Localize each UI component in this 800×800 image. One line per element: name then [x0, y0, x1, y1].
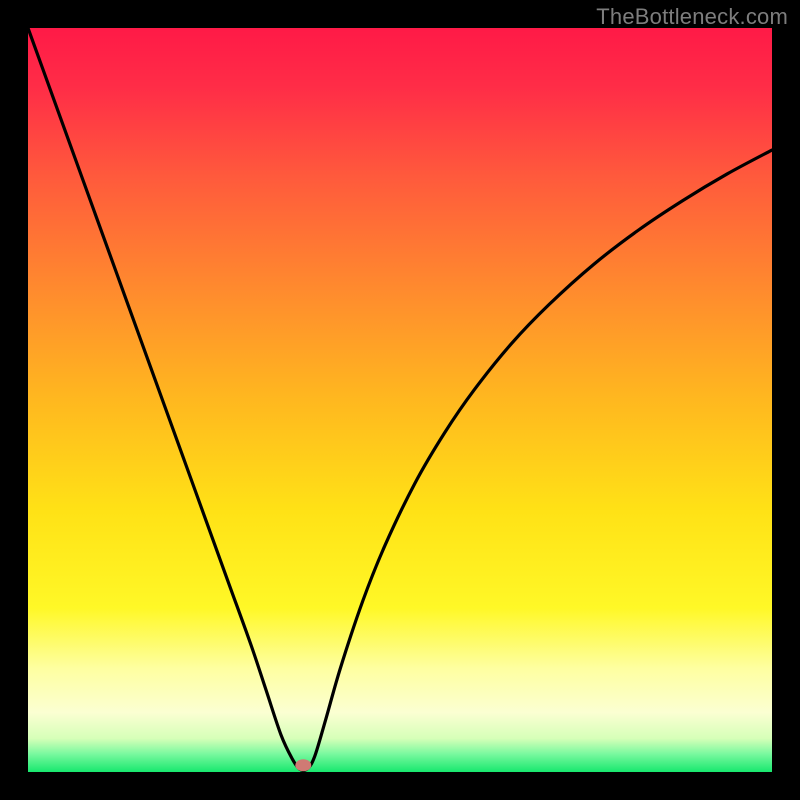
optimum-marker — [295, 759, 311, 771]
plot-frame — [28, 28, 772, 772]
watermark-text: TheBottleneck.com — [596, 4, 788, 30]
chart-svg — [28, 28, 772, 772]
chart-background — [28, 28, 772, 772]
